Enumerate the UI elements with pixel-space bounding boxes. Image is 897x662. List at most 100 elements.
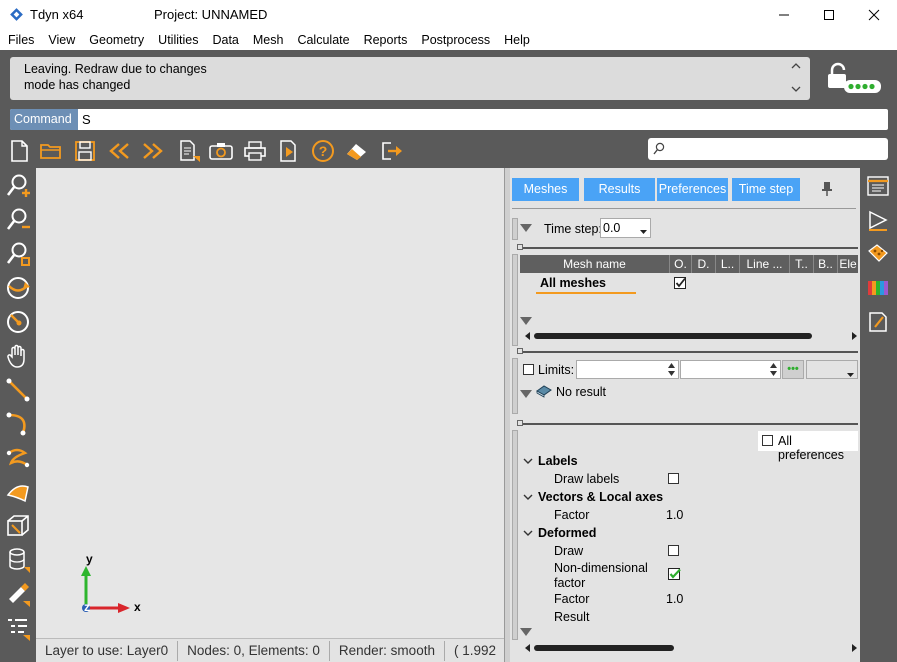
search-input[interactable] (668, 140, 884, 159)
limits-min-input[interactable] (576, 360, 679, 379)
status-render[interactable]: Render: smooth (330, 640, 445, 661)
limits-more-button[interactable]: ••• (782, 360, 804, 379)
draw-labels-checkbox[interactable] (668, 473, 679, 484)
col-t[interactable]: T.. (790, 255, 814, 273)
close-icon[interactable] (851, 0, 897, 30)
unlock-status-icon[interactable] (827, 62, 883, 96)
new-file-icon[interactable] (6, 138, 32, 164)
section-grip[interactable] (517, 244, 523, 250)
limits-max-input[interactable] (680, 360, 781, 379)
col-b[interactable]: B.. (814, 255, 838, 273)
menu-files[interactable]: Files (0, 30, 41, 50)
col-mesh-name[interactable]: Mesh name (520, 255, 670, 273)
menu-reports[interactable]: Reports (357, 30, 415, 50)
minimize-icon[interactable] (761, 0, 807, 30)
mesh-row-name[interactable]: All meshes (540, 276, 606, 290)
menu-calculate[interactable]: Calculate (290, 30, 356, 50)
all-preferences-checkbox[interactable] (762, 435, 773, 446)
menu-utilities[interactable]: Utilities (151, 30, 205, 50)
list-icon[interactable] (176, 138, 202, 164)
col-l[interactable]: L.. (716, 255, 740, 273)
scroll-down-icon[interactable] (790, 83, 802, 95)
save-icon[interactable] (72, 138, 98, 164)
volume-icon[interactable] (4, 512, 32, 540)
open-folder-icon[interactable] (38, 138, 64, 164)
chevron-down-icon[interactable] (523, 491, 533, 505)
tab-meshes[interactable]: Meshes (512, 178, 579, 201)
pref-deformed-factor-value[interactable]: 1.0 (666, 592, 683, 606)
section-separator[interactable] (518, 423, 858, 425)
menu-mesh[interactable]: Mesh (246, 30, 291, 50)
collapse-triangle-icon[interactable] (520, 317, 532, 325)
exit-icon[interactable] (378, 138, 404, 164)
pref-group-labels[interactable]: Labels (538, 454, 578, 468)
command-input[interactable] (82, 109, 882, 130)
help-icon[interactable]: ? (310, 138, 336, 164)
menu-view[interactable]: View (41, 30, 82, 50)
time-step-select[interactable]: 0.0 (600, 218, 651, 238)
notes-icon[interactable] (866, 310, 890, 334)
zoom-in-icon[interactable] (4, 172, 32, 200)
menu-postprocess[interactable]: Postprocess (414, 30, 497, 50)
draw-tool-icon[interactable] (4, 580, 32, 608)
pan-hand-icon[interactable] (4, 342, 32, 370)
camera-icon[interactable] (208, 138, 234, 164)
pin-icon[interactable] (820, 181, 834, 200)
previous-icon[interactable] (106, 138, 132, 164)
menu-geometry[interactable]: Geometry (82, 30, 151, 50)
tab-preferences[interactable]: Preferences (657, 178, 728, 201)
texture-icon[interactable] (866, 242, 890, 266)
line-icon[interactable] (4, 376, 32, 404)
surface-icon[interactable] (4, 478, 32, 506)
section-separator[interactable] (518, 247, 858, 249)
zoom-frame-icon[interactable] (4, 240, 32, 268)
rotate-center-icon[interactable] (4, 308, 32, 336)
print-icon[interactable] (242, 138, 268, 164)
menu-help[interactable]: Help (497, 30, 537, 50)
col-ele[interactable]: Ele (838, 255, 858, 273)
col-line[interactable]: Line ... (740, 255, 790, 273)
tab-results[interactable]: Results (584, 178, 655, 201)
next-icon[interactable] (140, 138, 166, 164)
color-palette-icon[interactable] (866, 276, 890, 300)
limits-mode-select[interactable] (806, 360, 858, 379)
tab-time-step[interactable]: Time step (732, 178, 800, 201)
collapse-triangle-icon[interactable] (520, 390, 532, 398)
pref-group-deformed[interactable]: Deformed (538, 526, 596, 540)
section-separator[interactable] (518, 351, 858, 353)
rotate-icon[interactable] (4, 274, 32, 302)
export-icon[interactable] (276, 138, 302, 164)
section-handle[interactable] (512, 358, 518, 414)
limits-checkbox[interactable] (523, 364, 534, 375)
pref-vectors-factor-value[interactable]: 1.0 (666, 508, 683, 522)
preferences-hscroll[interactable] (524, 642, 858, 654)
eraser-icon[interactable] (344, 138, 370, 164)
arc-icon[interactable] (4, 410, 32, 438)
deformed-draw-checkbox[interactable] (668, 545, 679, 556)
menu-data[interactable]: Data (205, 30, 245, 50)
mesh-table-hscroll[interactable] (524, 330, 858, 342)
section-handle[interactable] (512, 218, 518, 240)
status-layer[interactable]: Layer to use: Layer0 (36, 640, 179, 661)
properties-list-icon[interactable] (866, 174, 890, 198)
chevron-down-icon[interactable] (523, 527, 533, 541)
maximize-icon[interactable] (806, 0, 852, 30)
layers-icon[interactable] (4, 546, 32, 574)
chevron-down-icon[interactable] (523, 455, 533, 469)
section-handle[interactable] (512, 430, 518, 640)
collapse-triangle-icon[interactable] (520, 224, 532, 232)
section-grip[interactable] (517, 420, 523, 426)
zoom-out-icon[interactable] (4, 206, 32, 234)
col-d[interactable]: D. (692, 255, 716, 273)
list-entities-icon[interactable] (4, 614, 32, 642)
section-handle[interactable] (512, 254, 518, 346)
col-o[interactable]: O. (670, 255, 692, 273)
result-label[interactable]: No result (556, 385, 606, 399)
nurbs-line-icon[interactable] (4, 444, 32, 472)
section-grip[interactable] (517, 348, 523, 354)
mesh-row-o-checkbox[interactable] (674, 277, 687, 293)
graphics-canvas[interactable]: y z x (36, 168, 504, 638)
non-dimensional-checkbox[interactable] (668, 568, 682, 584)
scroll-up-icon[interactable] (790, 60, 802, 72)
collapse-triangle-icon[interactable] (520, 628, 532, 636)
